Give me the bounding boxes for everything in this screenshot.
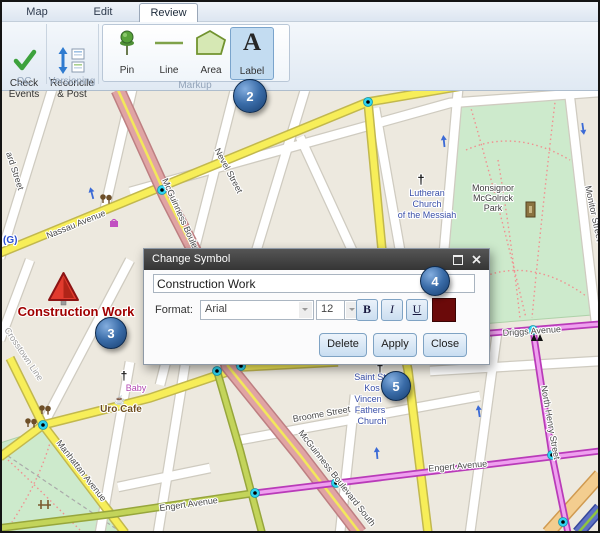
map-label: Kos	[364, 383, 380, 393]
ribbon-group-markup: Pin Line Area A Label	[102, 24, 290, 82]
map-label: Monsignor	[472, 183, 514, 193]
check-events-button[interactable]: Check Events	[4, 45, 44, 100]
callout-badge-3: 3	[95, 317, 127, 349]
map-label: Church	[357, 416, 386, 426]
chevron-down-icon[interactable]	[299, 302, 312, 318]
tab-review[interactable]: Review	[139, 3, 198, 22]
italic-button[interactable]: I	[381, 299, 403, 321]
map-label: Church	[412, 199, 441, 209]
pin-tool-button[interactable]: Pin	[106, 27, 148, 78]
label-tool-label: Label	[231, 66, 273, 77]
dialog-title: Change Symbol	[144, 253, 230, 265]
underline-button[interactable]: U	[406, 299, 428, 321]
callout-badge-4: 4	[420, 266, 450, 296]
map-label: Uro Cafe	[100, 404, 142, 415]
font-family-value: Arial	[205, 303, 227, 315]
ribbon-tab-strip: Map Edit Review	[0, 0, 600, 22]
area-tool-label: Area	[190, 65, 232, 76]
map-label: Vincen	[354, 394, 381, 404]
map-label: McGolrick	[473, 193, 513, 203]
map-label: Park	[484, 203, 503, 213]
area-tool-button[interactable]: Area	[190, 27, 232, 78]
color-swatch[interactable]	[432, 298, 456, 322]
tab-map[interactable]: Map	[12, 3, 62, 21]
callout-badge-5: 5	[381, 371, 411, 401]
line-tool-button[interactable]: Line	[148, 27, 190, 78]
pushpin-icon	[106, 27, 148, 59]
map-label: (G)	[3, 235, 17, 246]
ribbon-group-qc: Check Events QC	[2, 21, 46, 89]
font-size-select[interactable]: 12	[316, 300, 345, 320]
group-label-versioning: Versioning	[47, 76, 97, 87]
font-family-select[interactable]: Arial	[200, 300, 314, 320]
check-icon	[4, 45, 44, 75]
map-label: †	[417, 172, 424, 187]
apply-button[interactable]: Apply	[373, 333, 417, 357]
line-tool-label: Line	[148, 65, 190, 76]
bold-button[interactable]: B	[356, 299, 378, 321]
letter-a-icon: A	[231, 28, 273, 58]
tab-edit[interactable]: Edit	[78, 3, 128, 21]
map-label: †	[121, 369, 128, 383]
map-label: of the Messiah	[398, 210, 457, 220]
ribbon-group-versioning: Reconcile & Post Versioning	[47, 21, 97, 89]
map-label: Baby	[126, 383, 147, 393]
maximize-icon[interactable]	[451, 253, 464, 266]
reconcile-post-button[interactable]: Reconcile & Post	[49, 45, 95, 100]
callout-badge-2: 2	[233, 79, 267, 113]
group-label-qc: QC	[2, 76, 46, 87]
close-icon[interactable]	[470, 253, 483, 266]
close-button[interactable]: Close	[423, 333, 467, 357]
font-size-value: 12	[321, 303, 333, 315]
format-label: Format:	[155, 304, 193, 316]
line-segment-icon	[148, 27, 190, 59]
pin-tool-label: Pin	[106, 65, 148, 76]
reconcile-icon	[49, 45, 95, 75]
group-separator	[98, 24, 99, 84]
application-window: Map Edit Review Check Events QC	[0, 0, 600, 533]
label-tool-button[interactable]: A Label	[230, 27, 274, 80]
monument-icon	[526, 202, 535, 217]
map-label: Fathers	[355, 405, 386, 415]
delete-button[interactable]: Delete	[319, 333, 367, 357]
map-label: ☕	[114, 394, 125, 405]
map-label: Lutheran	[409, 188, 445, 198]
map-label: Construction Work	[18, 304, 136, 319]
polygon-icon	[190, 27, 232, 59]
ribbon: Map Edit Review Check Events QC	[0, 0, 600, 91]
